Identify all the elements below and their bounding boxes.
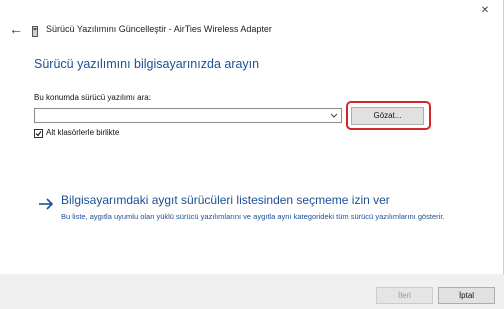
browse-button[interactable]: Gözat... — [351, 107, 424, 125]
chevron-down-icon[interactable] — [329, 109, 339, 122]
pick-from-list-description: Bu liste, aygıtla uyumlu olan yüklü sürü… — [61, 212, 445, 221]
search-location-combobox[interactable] — [34, 108, 342, 123]
window-title: Sürücü Yazılımını Güncelleştir - AirTies… — [46, 24, 272, 34]
title-bar: ← Sürücü Yazılımını Güncelleştir - AirTi… — [0, 0, 504, 62]
search-location-label: Bu konumda sürücü yazılımı ara: — [34, 93, 151, 102]
device-driver-icon — [32, 24, 38, 37]
pick-from-list-link[interactable]: Bilgisayarımdaki aygıt sürücüleri listes… — [61, 193, 390, 207]
close-button[interactable]: ✕ — [472, 2, 498, 20]
back-arrow-icon[interactable]: ← — [9, 22, 23, 36]
page-title: Sürücü yazılımını bilgisayarınızda arayı… — [34, 57, 260, 71]
next-button[interactable]: İleri — [376, 287, 433, 304]
include-subfolders-label: Alt klasörlerle birlikte — [46, 128, 120, 137]
cancel-button[interactable]: İptal — [438, 287, 495, 304]
driver-update-window: ← Sürücü Yazılımını Güncelleştir - AirTi… — [0, 0, 504, 309]
include-subfolders-checkbox[interactable] — [34, 129, 43, 138]
arrow-right-icon[interactable] — [38, 197, 54, 211]
checkmark-icon — [35, 131, 42, 137]
